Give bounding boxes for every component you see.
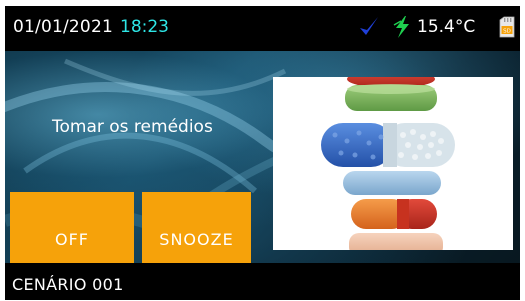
alarm-message: Tomar os remédios	[52, 117, 213, 137]
snooze-button-label: SNOOZE	[159, 230, 234, 249]
snooze-button[interactable]: SNOOZE	[142, 192, 251, 263]
pills-stack-illustration	[321, 77, 455, 250]
check-icon	[360, 17, 378, 35]
display-screen: 01/01/2021 18:23 15.4°C SD Tomar os remé…	[5, 6, 520, 300]
scenario-label: CENÁRIO 001	[12, 275, 124, 294]
off-button-label: OFF	[55, 230, 89, 249]
sd-card-label: SD	[503, 29, 511, 35]
temperature-label: 15.4°C	[417, 17, 476, 37]
sd-card-icon: SD	[499, 16, 515, 38]
time-label: 18:23	[120, 17, 169, 37]
off-button[interactable]: OFF	[10, 192, 134, 263]
footer-bar: CENÁRIO 001	[5, 263, 520, 300]
medicine-image	[273, 77, 513, 250]
lightning-icon	[393, 16, 409, 38]
date-label: 01/01/2021	[13, 17, 113, 37]
status-bar: 01/01/2021 18:23 15.4°C SD	[5, 6, 520, 51]
alarm-panel: Tomar os remédios OFF SNOOZE	[5, 51, 520, 263]
device-frame: 01/01/2021 18:23 15.4°C SD Tomar os remé…	[0, 0, 525, 301]
